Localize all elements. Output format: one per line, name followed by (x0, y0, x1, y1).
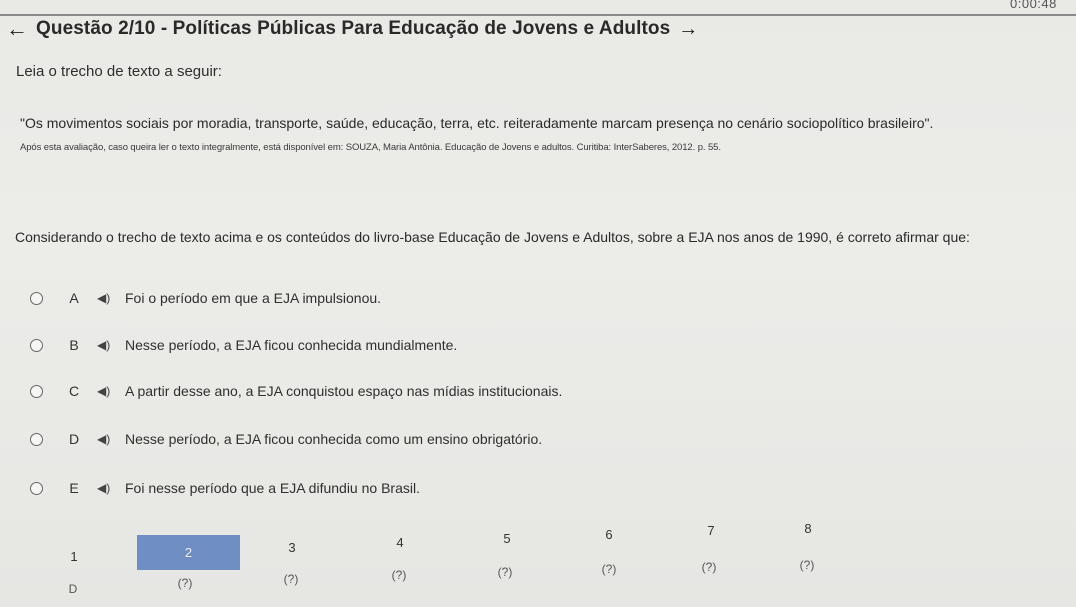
question-status-6: (?) (601, 562, 617, 576)
question-text: Considerando o trecho de texto acima e o… (15, 229, 970, 245)
question-status-3: (?) (283, 572, 299, 586)
question-status-8: (?) (799, 558, 815, 572)
option-e[interactable]: E ◀) Foi nesse período que a EJA difundi… (30, 477, 420, 499)
radio-button[interactable] (30, 432, 43, 446)
option-text: Nesse período, a EJA ficou conhecida mun… (125, 337, 458, 353)
question-nav-6[interactable]: 6 (599, 527, 619, 542)
option-text: Foi o período em que a EJA impulsionou. (125, 290, 382, 306)
option-a[interactable]: A ◀) Foi o período em que a EJA impulsio… (30, 287, 381, 309)
question-nav-8[interactable]: 8 (798, 521, 818, 536)
radio-button[interactable] (30, 338, 43, 352)
option-letter: D (68, 431, 80, 447)
option-letter: B (69, 337, 79, 353)
source-citation: Após esta avaliação, caso queira ler o t… (20, 142, 721, 153)
quote-text: "Os movimentos sociais por moradia, tran… (20, 115, 934, 131)
speaker-icon[interactable]: ◀) (97, 432, 117, 446)
question-nav-3[interactable]: 3 (282, 540, 302, 555)
intro-text: Leia o trecho de texto a seguir: (16, 63, 222, 80)
speaker-icon[interactable]: ◀) (97, 384, 117, 398)
arrow-left-icon[interactable]: ← (6, 18, 28, 40)
speaker-icon[interactable]: ◀) (97, 481, 117, 495)
question-header: ← Questão 2/10 - Políticas Públicas Para… (6, 14, 698, 44)
arrow-right-icon[interactable]: → (678, 19, 698, 39)
timer: 0:00:48 (1010, 0, 1057, 11)
question-status-4: (?) (391, 568, 407, 582)
radio-button[interactable] (30, 481, 43, 495)
radio-button[interactable] (30, 384, 43, 398)
question-status-2: (?) (177, 576, 193, 590)
option-c[interactable]: C ◀) A partir desse ano, a EJA conquisto… (30, 380, 562, 402)
question-number: 2 (184, 545, 193, 560)
option-letter: E (69, 480, 79, 496)
question-nav-2[interactable]: 2 (137, 535, 240, 570)
option-text: A partir desse ano, a EJA conquistou esp… (125, 383, 563, 399)
question-title: Questão 2/10 - Políticas Públicas Para E… (36, 18, 671, 39)
radio-button[interactable] (30, 291, 43, 305)
question-status-1: D (68, 582, 78, 596)
question-nav-1[interactable]: 1 (64, 549, 84, 564)
option-d[interactable]: D ◀) Nesse período, a EJA ficou conhecid… (30, 428, 542, 450)
option-letter: A (69, 290, 79, 306)
option-b[interactable]: B ◀) Nesse período, a EJA ficou conhecid… (30, 334, 457, 356)
speaker-icon[interactable]: ◀) (97, 338, 117, 352)
question-nav-7[interactable]: 7 (701, 523, 721, 538)
option-letter: C (68, 383, 80, 399)
speaker-icon[interactable]: ◀) (97, 291, 117, 305)
option-text: Foi nesse período que a EJA difundiu no … (125, 480, 420, 496)
question-status-5: (?) (497, 565, 513, 579)
question-status-7: (?) (701, 560, 717, 574)
question-nav-5[interactable]: 5 (497, 531, 517, 546)
question-nav-4[interactable]: 4 (390, 535, 410, 550)
option-text: Nesse período, a EJA ficou conhecida com… (125, 431, 543, 447)
